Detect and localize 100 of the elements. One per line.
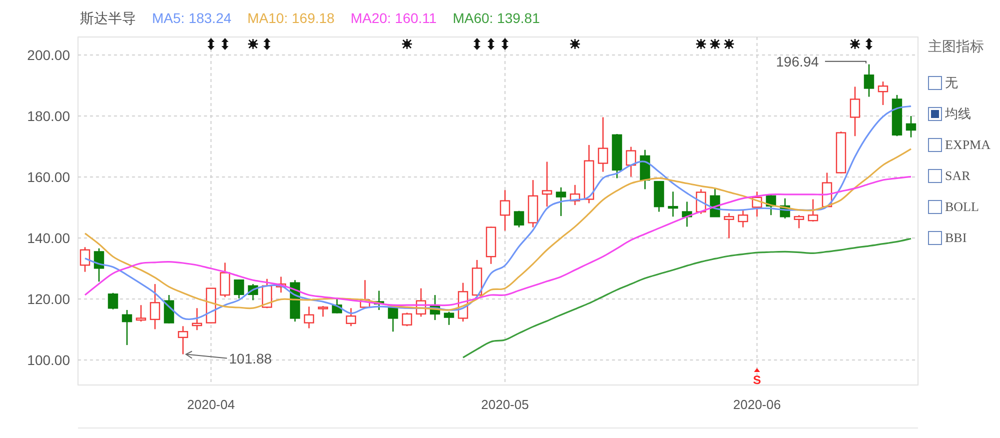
option-label: 均线 — [945, 104, 971, 123]
candlestick — [192, 308, 202, 330]
candlestick — [122, 310, 132, 346]
x-axis-label: 2020-05 — [481, 397, 529, 412]
indicator-option[interactable]: 均线 — [928, 98, 1000, 129]
starburst-icon[interactable] — [569, 38, 581, 50]
legend-label: MA10: 169.18 — [247, 9, 335, 28]
checkbox[interactable] — [928, 230, 942, 244]
candlestick — [94, 248, 104, 282]
option-label: BBI — [945, 228, 967, 247]
candlestick — [682, 202, 692, 227]
option-label: SAR — [945, 166, 970, 185]
candlestick — [822, 172, 832, 208]
candlestick — [892, 94, 902, 136]
candlestick — [752, 192, 762, 217]
starburst-icon[interactable] — [401, 38, 413, 50]
candlestick — [262, 278, 272, 308]
indicator-option[interactable]: BBI — [928, 222, 1000, 253]
candlestick — [584, 144, 594, 204]
candlestick — [794, 215, 804, 228]
candlestick — [318, 306, 328, 317]
indicator-option[interactable]: BOLL — [928, 191, 1000, 222]
high-price-label: 196.94 — [776, 53, 819, 70]
candlestick — [528, 180, 538, 228]
indicator-option[interactable]: 无 — [928, 67, 1000, 98]
up-down-arrow-icon[interactable] — [488, 38, 494, 50]
candlestick — [514, 210, 524, 228]
candlestick — [430, 295, 440, 320]
stock-name: 斯达半导 — [80, 9, 136, 28]
candlestick — [164, 295, 174, 324]
up-down-arrow-icon[interactable] — [866, 38, 872, 50]
indicator-option[interactable]: SAR — [928, 160, 1000, 191]
candlestick — [472, 260, 482, 298]
candlestick — [444, 312, 454, 325]
up-down-arrow-icon[interactable] — [474, 38, 480, 50]
y-axis-label: 160.00 — [27, 169, 70, 185]
legend-label: MA5: 183.24 — [152, 9, 232, 28]
candlestick — [612, 134, 622, 178]
candlestick — [136, 305, 146, 322]
y-axis-label: 120.00 — [27, 291, 70, 307]
up-down-arrow-icon[interactable] — [264, 38, 270, 50]
candlestick — [332, 298, 342, 314]
candlestick — [850, 86, 860, 136]
candlestick — [542, 162, 552, 207]
up-down-arrow-icon[interactable] — [502, 38, 508, 50]
candlestick — [766, 194, 776, 216]
checkbox[interactable] — [928, 76, 942, 90]
up-down-arrow-icon[interactable] — [222, 38, 228, 50]
starburst-icon[interactable] — [709, 38, 721, 50]
candlestick — [360, 280, 370, 308]
starburst-icon[interactable] — [723, 38, 735, 50]
candlestick — [248, 284, 258, 300]
leader-line — [824, 60, 866, 64]
candlestick — [276, 276, 286, 293]
indicator-option[interactable]: EXPMA — [928, 129, 1000, 160]
candlestick — [654, 180, 664, 212]
candlestick — [374, 290, 384, 310]
candlestick — [556, 187, 566, 216]
candlestick — [640, 150, 650, 190]
checkbox[interactable] — [928, 168, 942, 182]
low-price-label: 101.88 — [229, 350, 272, 366]
candlestick — [346, 308, 356, 326]
candlestick — [234, 279, 244, 298]
candlestick — [724, 213, 734, 238]
up-down-arrow-icon[interactable] — [208, 38, 214, 50]
candlestick — [878, 82, 888, 106]
candlestick — [780, 198, 790, 218]
y-axis-label: 180.00 — [27, 108, 70, 124]
candlestick — [668, 192, 678, 217]
option-label: 无 — [945, 74, 958, 92]
legend-label: MA60: 139.81 — [452, 9, 540, 28]
candlestick — [80, 247, 90, 272]
candlestick — [150, 284, 160, 330]
legend-label: MA20: 160.11 — [350, 9, 437, 28]
starburst-icon[interactable] — [849, 38, 861, 50]
candlestick — [808, 199, 818, 222]
panel-title: 主图指标 — [928, 37, 985, 56]
candlestick — [598, 117, 608, 172]
checkbox[interactable] — [928, 138, 942, 152]
candlestick — [738, 210, 748, 228]
y-axis-label: 140.00 — [27, 230, 70, 246]
starburst-icon[interactable] — [695, 38, 707, 50]
x-axis-label: 2020-04 — [187, 397, 235, 412]
starburst-icon[interactable] — [247, 38, 259, 50]
candlestick — [458, 282, 468, 322]
candlestick — [486, 226, 496, 264]
candlestick — [836, 132, 846, 174]
y-axis-label: 200.00 — [27, 47, 70, 63]
y-axis-label: 100.00 — [27, 352, 70, 368]
candlestick — [402, 312, 412, 326]
candlestick — [220, 262, 230, 298]
checkbox[interactable] — [928, 200, 942, 214]
x-axis-label: 2020-06 — [733, 397, 781, 412]
candlestick — [206, 288, 216, 324]
option-label: BOLL — [945, 198, 979, 216]
candlestick — [864, 64, 874, 97]
candlestick — [304, 306, 314, 328]
candlestick — [570, 184, 580, 206]
candlestick — [416, 288, 426, 317]
checkbox[interactable] — [928, 106, 942, 120]
